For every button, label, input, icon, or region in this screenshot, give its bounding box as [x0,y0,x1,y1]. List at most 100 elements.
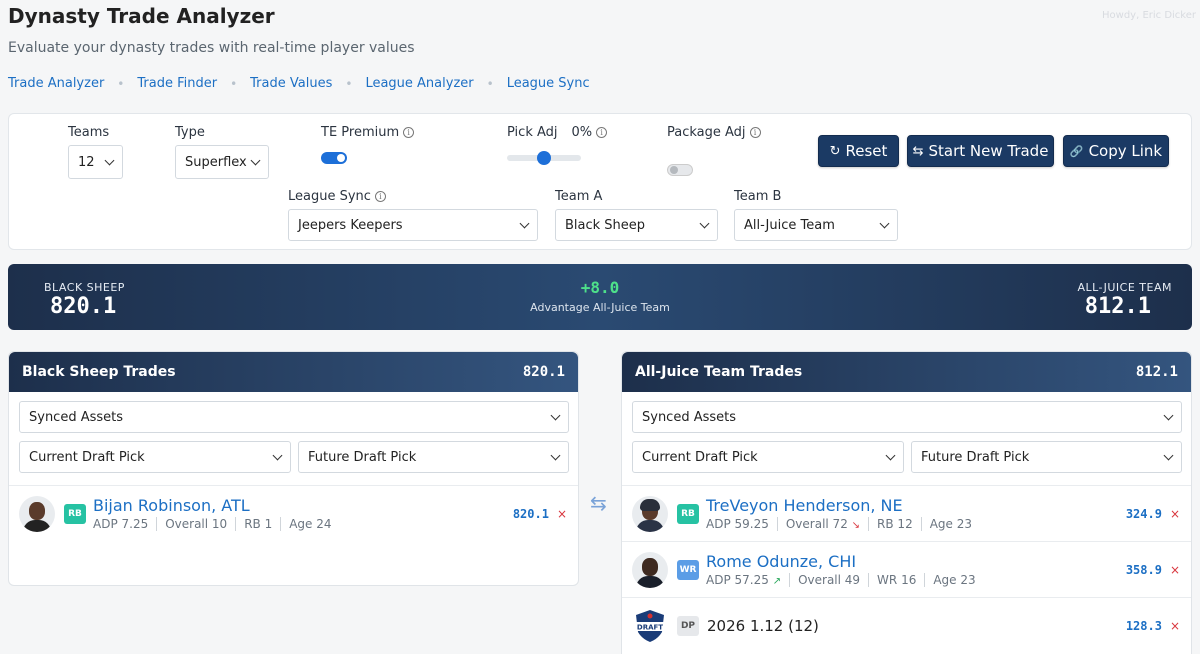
player-adp: ADP 7.25 [93,517,149,531]
team-b-synced-assets-select[interactable]: Synced Assets [632,401,1182,433]
start-new-trade-label: Start New Trade [928,142,1049,160]
package-adj-toggle[interactable] [667,164,693,176]
future-pick-label: Future Draft Pick [308,449,417,465]
position-badge: RB [677,503,699,524]
player-position-rank: RB 12 [868,517,913,531]
team-a-select[interactable]: Black Sheep [555,209,718,241]
player-name[interactable]: Rome Odunze, CHI [706,552,1126,571]
info-icon[interactable]: i [403,127,415,138]
player-age: Age 24 [280,517,332,531]
player-value: 358.9 [1125,562,1162,577]
link-icon: 🔗 [1069,144,1084,158]
position-badge: DP [677,615,699,636]
pick-adj-slider-handle[interactable] [537,151,551,165]
team-a-trade-panel: Black Sheep Trades 820.1 Synced Assets C… [8,351,579,586]
player-avatar [19,495,55,532]
team-b-future-pick-select[interactable]: Future Draft Pick [911,441,1182,473]
info-icon[interactable]: i [374,191,386,202]
team-a-synced-assets-select[interactable]: Synced Assets [19,401,569,433]
team-a-future-pick-select[interactable]: Future Draft Pick [298,441,569,473]
player-adp: ADP 59.25 [706,517,769,531]
league-sync-text: League Sync [288,189,371,204]
league-sync-label: League Sync i [288,189,386,204]
trade-summary-banner: BLACK SHEEP 820.1 +8.0 Advantage All-Jui… [8,264,1192,330]
advantage-text: Advantage All-Juice Team [530,301,670,314]
team-a-current-pick-select[interactable]: Current Draft Pick [19,441,291,473]
team-b-panel-total: 812.1 [1135,364,1178,380]
nav-trade-values[interactable]: Trade Values [250,76,332,91]
player-adp-cell: ADP 57.25 ↗ [706,573,781,587]
teams-select[interactable]: 12 [68,145,123,179]
type-value: Superflex [185,154,247,170]
page-subtitle: Evaluate your dynasty trades with real-t… [8,40,415,56]
future-pick-label: Future Draft Pick [921,449,1030,465]
chevron-down-icon [550,410,561,420]
team-b-label: Team B [734,189,782,204]
page-title: Dynasty Trade Analyzer [8,4,275,28]
remove-icon[interactable]: × [1170,507,1180,521]
remove-icon[interactable]: × [1170,563,1180,577]
nav-trade-analyzer[interactable]: Trade Analyzer [8,76,104,91]
remove-icon[interactable]: × [1170,619,1180,633]
chevron-down-icon [550,450,561,460]
league-sync-select[interactable]: Jeepers Keepers [288,209,538,241]
synced-assets-label: Synced Assets [29,409,124,425]
nav-separator: • [117,76,125,91]
chevron-down-icon [699,218,710,228]
teams-value: 12 [78,154,95,170]
start-new-trade-button[interactable]: ⇆ Start New Trade [907,135,1054,167]
reset-button[interactable]: ↻ Reset [818,135,899,167]
copy-link-button[interactable]: 🔗 Copy Link [1063,135,1169,167]
trade-player-row: RB TreVeyon Henderson, NE ADP 59.25 Over… [622,485,1191,541]
info-icon[interactable]: i [596,127,608,138]
player-position-rank: RB 1 [235,517,272,531]
info-icon[interactable]: i [749,127,761,138]
package-adj-label: Package Adj i [667,125,761,140]
team-b-select[interactable]: All-Juice Team [734,209,898,241]
draft-logo-text: DRAFT [637,623,663,631]
trade-pick-row: DRAFT DP 2026 1.12 (12) 128.3 × [622,597,1191,653]
chevron-down-icon [104,155,115,165]
copy-link-label: Copy Link [1088,142,1163,160]
nav-league-analyzer[interactable]: League Analyzer [365,76,473,91]
reset-icon: ↻ [829,143,841,159]
chevron-down-icon [885,450,896,460]
chevron-down-icon [519,218,530,228]
player-avatar [632,551,668,588]
player-overall: Overall 72 [785,517,848,531]
player-age: Age 23 [924,573,976,587]
te-premium-toggle[interactable] [321,152,347,164]
user-greeting[interactable]: Howdy, Eric Dicker [1102,10,1196,21]
player-overall-cell: Overall 72 ↘ [776,517,860,531]
swap-icon: ⇆ [590,491,607,515]
team-b-total: 812.1 [1084,294,1151,319]
nav-league-sync[interactable]: League Sync [507,76,590,91]
player-value: 324.9 [1125,506,1162,521]
player-overall: Overall 10 [156,517,227,531]
player-name[interactable]: TreVeyon Henderson, NE [706,496,1126,515]
chevron-down-icon [272,450,283,460]
pick-adj-text: Pick Adj [507,125,558,140]
player-meta: ADP 7.25 Overall 10 RB 1 Age 24 [93,517,513,531]
swap-icon: ⇆ [912,143,924,159]
chevron-down-icon [879,218,890,228]
current-pick-label: Current Draft Pick [29,449,145,465]
nav-trade-finder[interactable]: Trade Finder [137,76,217,91]
type-select[interactable]: Superflex [175,145,269,179]
nav-separator: • [345,76,353,91]
player-name[interactable]: Bijan Robinson, ATL [93,496,513,515]
nav-separator: • [230,76,238,91]
trade-player-row: WR Rome Odunze, CHI ADP 57.25 ↗ Overall … [622,541,1191,597]
teams-label: Teams [68,125,110,140]
te-premium-label: TE Premium i [321,125,415,140]
team-a-value: Black Sheep [565,217,646,233]
team-b-panel-header: All-Juice Team Trades 812.1 [622,352,1191,392]
team-b-trade-panel: All-Juice Team Trades 812.1 Synced Asset… [621,351,1192,654]
draft-pick-name: 2026 1.12 (12) [707,616,819,635]
team-b-current-pick-select[interactable]: Current Draft Pick [632,441,904,473]
player-avatar [632,495,668,532]
remove-icon[interactable]: × [557,507,567,521]
type-label: Type [175,125,205,140]
position-badge: RB [64,503,86,524]
nfl-draft-logo: DRAFT [632,608,668,644]
